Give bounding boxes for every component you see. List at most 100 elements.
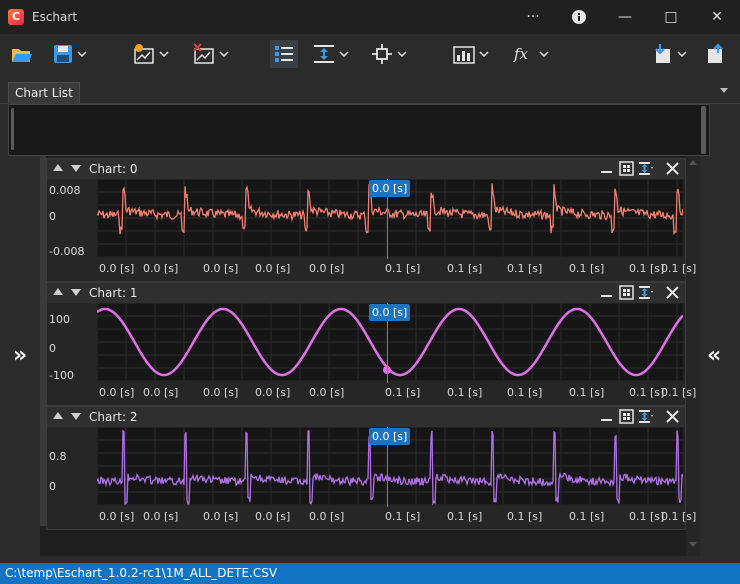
chart-list-scrollbar[interactable] (11, 108, 14, 150)
y-tick-label: -100 (49, 369, 74, 382)
x-tick-label: 0.0 [s] (309, 386, 345, 399)
statistics-button[interactable] (452, 40, 489, 68)
close-chart-icon[interactable] (665, 161, 680, 176)
x-tick-label: 0.1 [s] (447, 262, 483, 275)
move-down-icon[interactable] (71, 165, 81, 172)
x-tick-label: 0.1 [s] (661, 262, 697, 275)
x-tick-label: 0.1 [s] (385, 262, 421, 275)
move-up-icon[interactable] (53, 288, 63, 295)
chevron-down-icon (397, 51, 407, 58)
tab-chart-list[interactable]: Chart List (8, 82, 80, 103)
expand-left-icon[interactable]: » (13, 345, 27, 367)
x-tick-label: 0.1 [s] (507, 262, 543, 275)
chevron-down-icon (77, 51, 87, 58)
move-up-icon[interactable] (53, 412, 63, 419)
x-tick-label: 0.1 [s] (629, 510, 665, 523)
move-down-icon[interactable] (71, 289, 81, 296)
info-button[interactable] (556, 0, 602, 34)
cursor-value-badge[interactable]: 0.0 [s] (369, 180, 411, 197)
x-tick-label: 0.0 [s] (99, 510, 135, 523)
chart-header: Chart: 0 (47, 159, 685, 179)
crosshair-icon (372, 44, 392, 64)
list-view-button[interactable] (270, 40, 298, 68)
fit-chart-icon[interactable] (638, 161, 653, 176)
chart-header: Chart: 2 (47, 407, 685, 427)
function-icon: fx (513, 45, 529, 63)
toolbar: fx (0, 34, 740, 74)
x-tick-label: 0.1 [s] (629, 386, 665, 399)
cursor-value-badge[interactable]: 0.0 [s] (369, 428, 411, 445)
open-folder-icon (12, 49, 32, 62)
chart-list-area[interactable] (8, 104, 710, 156)
minimize-chart-icon[interactable] (599, 285, 614, 300)
chart-title: Chart: 1 (89, 286, 138, 300)
chart-list-scrollbar-right[interactable] (701, 106, 706, 154)
add-chart-button[interactable] (132, 40, 169, 68)
crosshair-button[interactable] (370, 40, 407, 68)
x-tick-label: 0.0 [s] (255, 510, 291, 523)
chevron-down-icon (539, 51, 549, 58)
chevron-down-icon (339, 51, 349, 58)
maximize-button[interactable]: □ (648, 0, 694, 34)
x-tick-label: 0.1 [s] (385, 386, 421, 399)
x-tick-label: 0.0 [s] (143, 510, 179, 523)
fit-chart-icon[interactable] (638, 285, 653, 300)
scroll-up-icon[interactable] (689, 160, 697, 165)
minimize-chart-icon[interactable] (599, 409, 614, 424)
statistics-icon (453, 46, 475, 64)
minimize-button[interactable]: — (602, 0, 648, 34)
close-button[interactable]: ✕ (694, 0, 740, 34)
x-tick-label: 0.1 [s] (569, 262, 605, 275)
expand-right-icon[interactable]: « (707, 345, 721, 367)
svg-text:fx: fx (513, 45, 529, 63)
title-bar: C Eschart ··· — □ ✕ (0, 0, 740, 34)
vertical-scrollbar[interactable] (686, 156, 700, 556)
chevron-down-icon (677, 51, 687, 58)
chart-title: Chart: 0 (89, 162, 138, 176)
share-button[interactable] (704, 40, 728, 68)
remove-chart-icon (193, 43, 214, 64)
close-chart-icon[interactable] (665, 409, 680, 424)
file-path: C:\temp\Eschart_1.0.2-rc1\1M_ALL_DETE.CS… (5, 566, 278, 580)
open-file-button[interactable] (10, 40, 34, 68)
y-tick-label: 100 (49, 313, 70, 326)
move-up-icon[interactable] (53, 164, 63, 171)
x-tick-label: 0.0 [s] (203, 510, 239, 523)
fit-height-button[interactable] (312, 40, 349, 68)
remove-chart-button[interactable] (192, 40, 229, 68)
y-tick-label: 0.8 (49, 450, 67, 463)
share-icon (708, 43, 723, 63)
x-tick-label: 0.1 [s] (447, 510, 483, 523)
export-button[interactable] (650, 40, 687, 68)
y-tick-label: 0.008 (49, 184, 81, 197)
fit-chart-icon[interactable] (638, 409, 653, 424)
tab-dropdown-icon[interactable] (720, 88, 728, 93)
x-tick-label: 0.1 [s] (661, 386, 697, 399)
grid-toggle-icon[interactable] (619, 285, 634, 300)
move-down-icon[interactable] (71, 413, 81, 420)
chevron-down-icon (479, 51, 489, 58)
x-tick-label: 0.1 [s] (507, 386, 543, 399)
chart-panel-2: Chart: 2 0.8 0 0.0 [s] 0.0 [s] 0.0 [s] 0.0 [s]… (46, 406, 696, 530)
close-chart-icon[interactable] (665, 285, 680, 300)
x-tick-label: 0.0 [s] (309, 510, 345, 523)
status-bar: C:\temp\Eschart_1.0.2-rc1\1M_ALL_DETE.CS… (0, 563, 740, 584)
save-button[interactable] (52, 40, 87, 68)
minimize-chart-icon[interactable] (599, 161, 614, 176)
chart-header: Chart: 1 (47, 283, 685, 303)
x-tick-label: 0.1 [s] (661, 510, 697, 523)
x-tick-label: 0.0 [s] (143, 386, 179, 399)
chart-title: Chart: 2 (89, 410, 138, 424)
function-button[interactable]: fx (512, 40, 549, 68)
grid-toggle-icon[interactable] (619, 409, 634, 424)
x-tick-label: 0.0 [s] (203, 262, 239, 275)
more-options-button[interactable]: ··· (510, 0, 556, 34)
scroll-down-icon[interactable] (689, 542, 697, 547)
y-tick-label: 0 (49, 342, 56, 355)
info-icon (572, 10, 586, 24)
chart-panel-1: Chart: 1 100 0 -100 0.0 [s] 0.0 [s] 0.0 [s] 0.0… (46, 282, 696, 406)
cursor-value-badge[interactable]: 0.0 [s] (369, 304, 411, 321)
grid-toggle-icon[interactable] (619, 161, 634, 176)
y-tick-label: 0 (49, 480, 56, 493)
fit-height-icon (314, 45, 334, 63)
